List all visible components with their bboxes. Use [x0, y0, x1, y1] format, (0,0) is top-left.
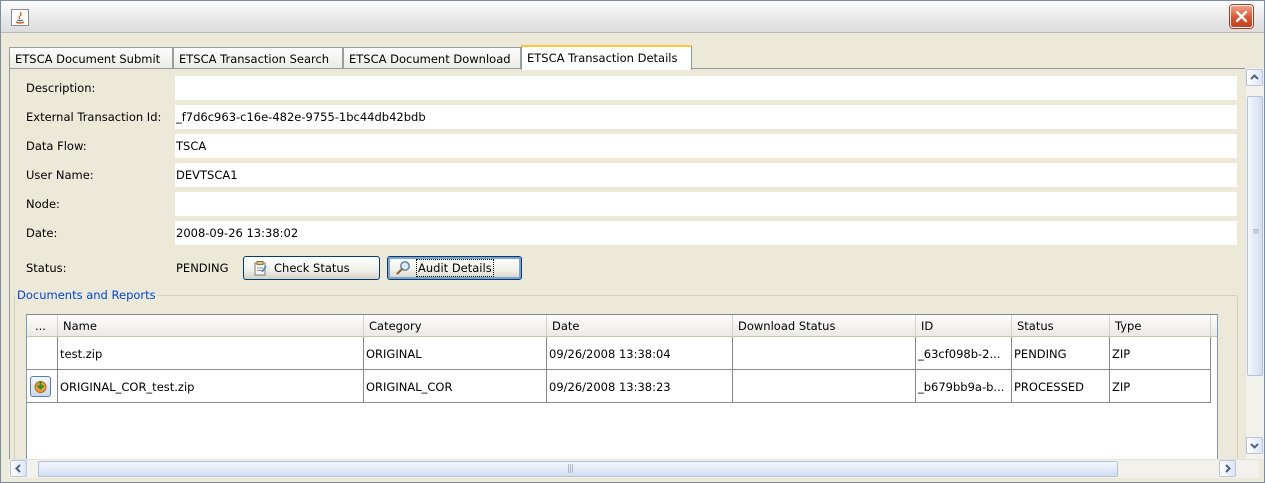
horizontal-scrollbar[interactable]: |||	[9, 459, 1259, 478]
external-id-label: External Transaction Id:	[26, 110, 162, 124]
download-icon	[34, 381, 47, 393]
chevron-up-icon	[1250, 74, 1259, 80]
vertical-scroll-thumb[interactable]: ≡	[1247, 96, 1263, 376]
scroll-down-button[interactable]	[1246, 437, 1263, 454]
chevron-right-icon	[1225, 464, 1231, 473]
column-header-date[interactable]: Date	[547, 315, 733, 337]
date-label: Date:	[26, 226, 58, 240]
tab-label: ETSCA Document Submit	[15, 52, 161, 66]
cell-type: ZIP	[1110, 370, 1211, 403]
documents-reports-title: Documents and Reports	[15, 288, 158, 302]
row-action-cell	[27, 337, 58, 370]
node-field[interactable]	[175, 192, 1237, 216]
cell-status: PROCESSED	[1012, 370, 1110, 403]
magnifier-icon	[396, 261, 410, 275]
check-status-label: Check Status	[274, 261, 350, 275]
table-row[interactable]: test.zip ORIGINAL 09/26/2008 13:38:04 _6…	[27, 337, 1217, 370]
column-header-category[interactable]: Category	[364, 315, 547, 337]
documents-reports-group: Documents and Reports ... Name Category …	[14, 288, 1238, 465]
node-label: Node:	[26, 197, 60, 211]
column-header-name[interactable]: Name	[58, 315, 364, 337]
scroll-left-button[interactable]	[10, 460, 27, 477]
cell-date: 09/26/2008 13:38:04	[547, 337, 733, 370]
cell-category: ORIGINAL_COR	[364, 370, 547, 403]
column-header-status[interactable]: Status	[1012, 315, 1110, 337]
description-field[interactable]	[175, 76, 1237, 100]
cell-name: test.zip	[58, 337, 364, 370]
tab-label: ETSCA Transaction Details	[527, 51, 678, 65]
close-icon	[1235, 10, 1248, 23]
node-row: Node:	[10, 191, 1238, 217]
row-action-cell	[27, 370, 58, 403]
column-header-type[interactable]: Type	[1110, 315, 1211, 337]
vertical-scrollbar[interactable]: ≡	[1245, 68, 1264, 459]
cell-type: ZIP	[1110, 337, 1211, 370]
title-bar[interactable]	[1, 1, 1264, 33]
description-row: Description:	[10, 75, 1238, 101]
tab-transaction-search[interactable]: ETSCA Transaction Search	[173, 47, 343, 69]
audit-details-label: Audit Details	[416, 259, 494, 277]
tab-transaction-details[interactable]: ETSCA Transaction Details	[521, 45, 692, 70]
tab-document-download[interactable]: ETSCA Document Download	[343, 47, 521, 69]
cell-status: PENDING	[1012, 337, 1110, 370]
cell-date: 09/26/2008 13:38:23	[547, 370, 733, 403]
cell-download-status	[733, 337, 916, 370]
cell-id: _63cf098b-2...	[916, 337, 1012, 370]
clipboard-icon	[254, 261, 267, 276]
user-name-label: User Name:	[26, 168, 94, 182]
tab-strip: ETSCA Document Submit ETSCA Transaction …	[9, 45, 1259, 70]
column-header-actions[interactable]: ...	[27, 315, 58, 337]
data-flow-field[interactable]: TSCA	[175, 134, 1237, 158]
data-flow-row: Data Flow: TSCA	[10, 133, 1238, 159]
java-app-icon[interactable]	[11, 9, 29, 26]
external-id-row: External Transaction Id: _f7d6c963-c16e-…	[10, 104, 1238, 130]
download-document-button[interactable]	[30, 376, 51, 397]
user-name-field[interactable]: DEVTSCA1	[175, 163, 1237, 187]
grip-icon: |||	[567, 464, 574, 474]
application-window: ETSCA Document Submit ETSCA Transaction …	[0, 0, 1265, 483]
status-label: Status:	[26, 261, 67, 275]
tab-label: ETSCA Document Download	[349, 52, 511, 66]
transaction-details-panel: Description: External Transaction Id: _f…	[9, 68, 1259, 468]
documents-table: ... Name Category Date Download Status I…	[26, 314, 1218, 464]
date-row: Date: 2008-09-26 13:38:02	[10, 220, 1238, 246]
chevron-left-icon	[15, 464, 21, 473]
chevron-down-icon	[1250, 443, 1259, 449]
table-header: ... Name Category Date Download Status I…	[27, 315, 1217, 337]
cell-download-status	[733, 370, 916, 403]
data-flow-label: Data Flow:	[26, 139, 87, 153]
cell-category: ORIGINAL	[364, 337, 547, 370]
close-window-button[interactable]	[1230, 5, 1253, 28]
column-header-id[interactable]: ID	[916, 315, 1012, 337]
description-label: Description:	[26, 81, 96, 95]
scroll-up-button[interactable]	[1246, 69, 1263, 86]
audit-details-button[interactable]: Audit Details	[387, 256, 522, 280]
scroll-right-button[interactable]	[1219, 460, 1236, 477]
date-field[interactable]: 2008-09-26 13:38:02	[175, 221, 1237, 245]
grip-icon: ≡	[1252, 227, 1259, 237]
cell-id: _b679bb9a-b...	[916, 370, 1012, 403]
tab-label: ETSCA Transaction Search	[179, 52, 330, 66]
horizontal-scroll-thumb[interactable]: |||	[38, 461, 1118, 477]
cell-name: ORIGINAL_COR_test.zip	[58, 370, 364, 403]
status-row: Status: PENDING	[10, 255, 1238, 281]
check-status-button[interactable]: Check Status	[243, 256, 380, 280]
tab-document-submit[interactable]: ETSCA Document Submit	[9, 47, 173, 69]
user-name-row: User Name: DEVTSCA1	[10, 162, 1238, 188]
column-header-download-status[interactable]: Download Status	[733, 315, 916, 337]
table-row[interactable]: ORIGINAL_COR_test.zip ORIGINAL_COR 09/26…	[27, 370, 1217, 403]
external-id-field[interactable]: _f7d6c963-c16e-482e-9755-1bc44db42bdb	[175, 105, 1237, 129]
status-value: PENDING	[176, 261, 229, 275]
